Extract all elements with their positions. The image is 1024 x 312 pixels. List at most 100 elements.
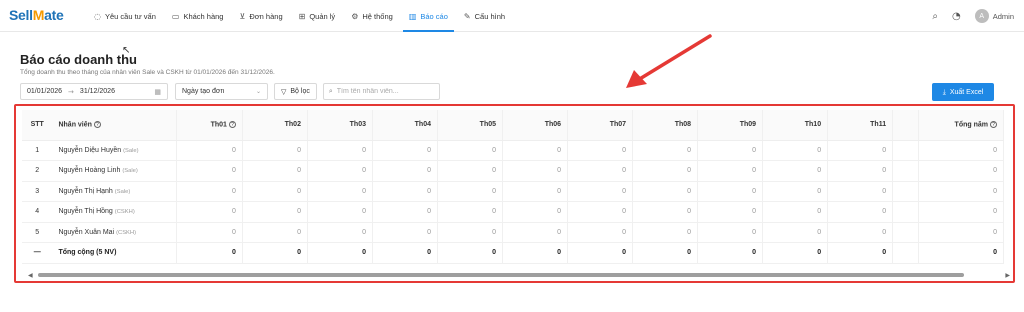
- help-icon[interactable]: ?: [228, 121, 236, 129]
- month-value: 0: [307, 160, 373, 182]
- header-month: Th09: [697, 110, 764, 141]
- chat-icon: ◌: [94, 11, 101, 21]
- header-month: Th04: [372, 110, 439, 141]
- month-value: 0: [697, 181, 764, 202]
- month-value: 0: [176, 181, 243, 202]
- month-value: 0: [762, 160, 829, 182]
- download-icon: ⤓: [942, 87, 946, 96]
- table-header-row: STT Nhân viên? Th01? Th02 Th03 Th04 Th05…: [22, 110, 1004, 141]
- header-month: Th08: [632, 110, 699, 141]
- month-value: 0: [632, 201, 699, 223]
- revenue-table-highlight: STT Nhân viên? Th01? Th02 Th03 Th04 Th05…: [14, 104, 1015, 283]
- table-row: 2 Nguyễn Hoàng Linh (Sale) 0 0 0 0 0 0 0 0 0 0 0 0: [22, 160, 1004, 182]
- month-value: 0: [697, 160, 764, 182]
- month-value: 0: [502, 181, 569, 202]
- nav-item-orders[interactable]: ⊻ Đơn hàng: [231, 0, 290, 32]
- date-from[interactable]: 01/01/2026: [27, 88, 62, 95]
- month-value: 0: [827, 160, 894, 182]
- row-spacer: [892, 201, 919, 223]
- month-value: 0: [437, 222, 504, 243]
- employee-name: Nguyễn Diệu Huyền: [58, 146, 122, 154]
- help-icon[interactable]: ?: [990, 121, 997, 129]
- main-nav: ◌ Yêu cầu tư vấn ▭ Khách hàng ⊻ Đơn hàng…: [86, 0, 513, 32]
- table-total-row: — Tổng cộng (5 NV) 0 0 0 0 0 0 0 0 0 0 0 0: [22, 242, 1004, 264]
- scroll-right-icon[interactable]: ▶: [1005, 272, 1010, 279]
- month-value: 0: [242, 222, 308, 243]
- month-value: 0: [242, 140, 308, 161]
- month-value: 0: [697, 140, 764, 161]
- user-name[interactable]: Admin: [993, 12, 1014, 21]
- month-value: 0: [697, 201, 764, 223]
- employee-search-input[interactable]: [336, 88, 432, 95]
- month-value: 0: [437, 140, 504, 161]
- row-spacer: [892, 160, 919, 182]
- month-value: 0: [242, 242, 308, 264]
- header-employee[interactable]: Nhân viên?: [52, 110, 177, 141]
- scrollbar-thumb[interactable]: [38, 273, 964, 277]
- month-value: 0: [372, 201, 439, 223]
- nav-item-customers[interactable]: ▭ Khách hàng: [164, 0, 232, 32]
- search-icon[interactable]: ⌕: [932, 11, 938, 22]
- month-value: 0: [632, 181, 699, 202]
- row-spacer: [892, 181, 919, 202]
- row-employee-name: Nguyễn Hoàng Linh (Sale): [52, 160, 177, 182]
- filter-button[interactable]: ▽ Bộ lọc: [274, 83, 317, 100]
- nav-item-consult-requests[interactable]: ◌ Yêu cầu tư vấn: [86, 0, 164, 32]
- month-value: 0: [437, 160, 504, 182]
- nav-item-management[interactable]: ⊞ Quản lý: [291, 0, 344, 32]
- month-value: 0: [567, 242, 634, 264]
- top-right-actions: ⌕ ◔ A Admin: [932, 0, 1014, 32]
- month-value: 0: [697, 242, 764, 264]
- employee-name: Nguyễn Thị Hồng: [58, 208, 113, 216]
- nav-item-settings[interactable]: ✎ Cấu hình: [456, 0, 513, 32]
- avatar[interactable]: A: [974, 9, 989, 23]
- employee-search[interactable]: ⌕: [322, 83, 440, 100]
- month-value: 0: [762, 222, 829, 243]
- page-subtitle: Tổng doanh thu theo tháng của nhân viên …: [20, 69, 275, 76]
- month-value: 0: [762, 242, 829, 264]
- calendar-icon: ▦: [154, 87, 161, 96]
- month-value: 0: [372, 160, 439, 182]
- month-value: 0: [372, 140, 439, 161]
- month-value: 0: [502, 160, 569, 182]
- month-value: 0: [762, 181, 829, 202]
- header-month: Th01?: [176, 110, 243, 141]
- month-value: 0: [176, 242, 243, 264]
- month-value: 0: [827, 201, 894, 223]
- filter-icon: ▽: [281, 87, 287, 96]
- date-to[interactable]: 31/12/2026: [80, 88, 115, 95]
- header-month: Th11: [827, 110, 894, 141]
- row-stt: 1: [22, 140, 53, 161]
- nav-item-reports[interactable]: ▥ Báo cáo: [401, 0, 456, 32]
- month-value: 0: [567, 201, 634, 223]
- header-stt: STT: [22, 110, 53, 141]
- header-month: Th02: [242, 110, 308, 141]
- export-excel-button[interactable]: ⤓ Xuất Excel: [932, 83, 994, 101]
- help-icon[interactable]: ?: [93, 121, 101, 129]
- scroll-left-icon[interactable]: ◀: [28, 272, 33, 279]
- employee-role: (Sale): [122, 168, 138, 175]
- horizontal-scrollbar[interactable]: ◀ ▶: [28, 271, 1010, 280]
- row-stt: —: [22, 242, 53, 264]
- date-range-picker[interactable]: 01/01/2026 → 31/12/2026 ▦: [20, 83, 168, 100]
- bar-chart-icon: ▥: [408, 11, 417, 21]
- year-total-value: 0: [918, 201, 1004, 223]
- row-spacer: [892, 242, 919, 264]
- chevron-down-icon: ⌄: [255, 88, 261, 95]
- month-value: 0: [437, 201, 504, 223]
- table-row: 1 Nguyễn Diệu Huyền (Sale) 0 0 0 0 0 0 0 0 0 0 0 0: [22, 140, 1004, 161]
- month-value: 0: [567, 181, 634, 202]
- row-employee-name: Nguyễn Thị Hồng (CSKH): [52, 201, 177, 223]
- header-month: Th05: [437, 110, 504, 141]
- header-month: Th10: [762, 110, 829, 141]
- year-total-value: 0: [918, 242, 1004, 264]
- bell-icon[interactable]: ◔: [952, 11, 961, 22]
- row-stt: 3: [22, 181, 53, 202]
- nav-item-system[interactable]: ⚙ Hệ thống: [343, 0, 401, 32]
- month-value: 0: [827, 140, 894, 161]
- month-value: 0: [307, 181, 373, 202]
- month-value: 0: [632, 222, 699, 243]
- app-logo[interactable]: SellMate: [9, 7, 64, 23]
- date-type-select[interactable]: Ngày tạo đơn ⌄: [175, 83, 268, 100]
- row-employee-name: Tổng cộng (5 NV): [52, 242, 177, 264]
